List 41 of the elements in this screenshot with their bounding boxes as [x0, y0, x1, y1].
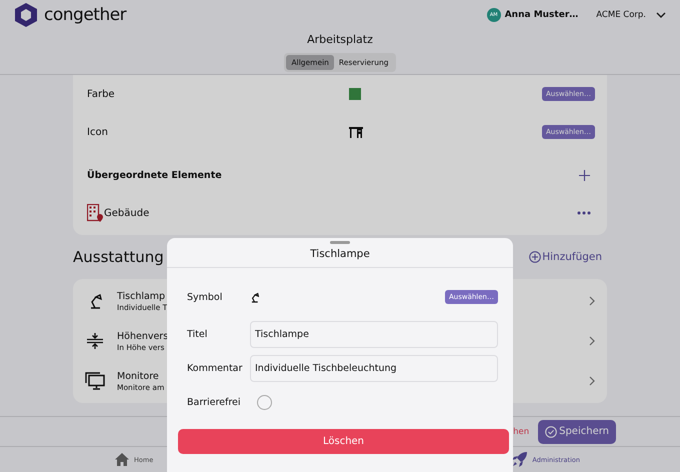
modal-title: Tischlampe: [310, 248, 370, 260]
equipment-title: Monitore: [117, 370, 159, 382]
chevron-right-icon[interactable]: [589, 336, 595, 346]
desk-lamp-icon: [88, 293, 102, 310]
page-title: Arbeitsplatz: [307, 32, 373, 46]
input-field[interactable]: Tischlampe: [250, 320, 498, 348]
user-name[interactable]: Anna Muster…: [504, 10, 578, 20]
delete-link[interactable]: hen: [513, 426, 530, 437]
height-adjust-icon: [87, 333, 103, 350]
field-label: Titel: [187, 328, 208, 340]
organization-name[interactable]: ACME Corp.: [596, 10, 646, 20]
property-label: Icon: [87, 126, 109, 138]
building-icon: [87, 204, 103, 222]
home-icon: [115, 453, 129, 466]
rocket-icon: [512, 452, 528, 468]
add-button[interactable]: Hinzufügen: [529, 251, 602, 264]
equipment-title: Höhenvers: [117, 330, 168, 342]
checkbox[interactable]: [257, 394, 272, 410]
desk-icon: [349, 126, 363, 138]
field-label: Kommentar: [187, 362, 244, 374]
check-circle-icon: [545, 426, 558, 438]
more-icon[interactable]: [577, 211, 591, 216]
logo-text: congether: [44, 5, 126, 26]
property-label: Farbe: [87, 88, 116, 100]
field-label: Symbol: [187, 292, 224, 302]
plus-circle-icon: [529, 251, 542, 264]
equipment-title: Tischlamp: [117, 290, 166, 302]
drag-handle[interactable]: [330, 241, 350, 244]
chevron-right-icon[interactable]: [589, 296, 595, 306]
monitors-icon: [85, 372, 105, 390]
plus-icon[interactable]: [579, 170, 590, 181]
input-field[interactable]: Individuelle Tischbeleuchtung: [250, 354, 498, 382]
field-label: Barrierefrei: [187, 396, 242, 408]
parent-label[interactable]: Gebäude: [104, 208, 576, 219]
save-button[interactable]: Speichern: [538, 420, 616, 444]
section-title: Übergeordnete Elemente: [87, 170, 222, 181]
desk-lamp-icon: [250, 292, 259, 302]
delete-button[interactable]: Löschen: [178, 429, 509, 454]
chevron-right-icon[interactable]: [589, 376, 595, 386]
section-heading: Ausstattung: [73, 248, 164, 266]
chevron-down-icon[interactable]: [656, 12, 666, 18]
